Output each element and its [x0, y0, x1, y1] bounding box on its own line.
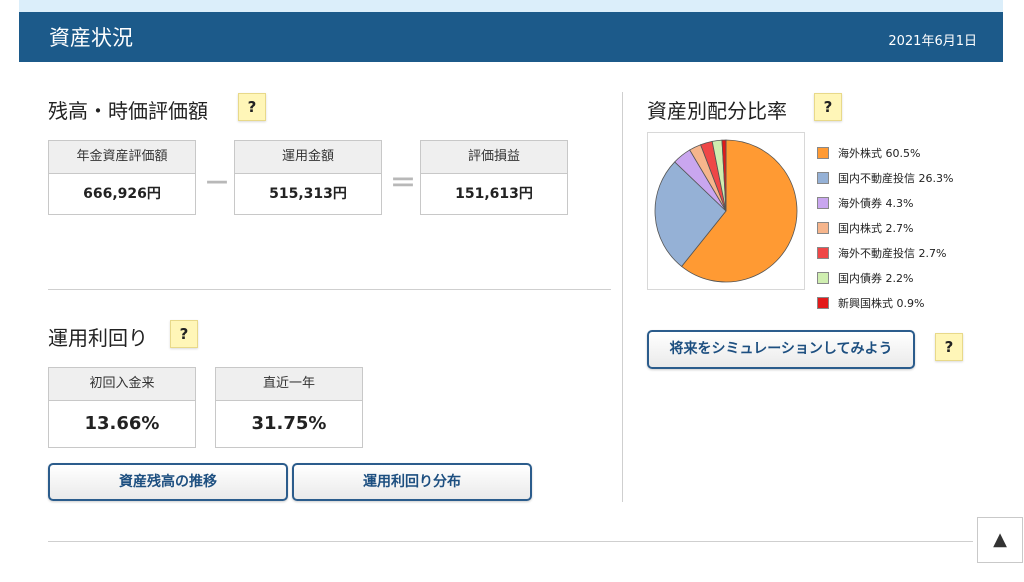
pie-chart-frame [647, 132, 805, 290]
legend-swatch [817, 221, 829, 234]
simulate-future-button[interactable]: 将来をシミュレーションしてみよう [647, 330, 915, 369]
top-strip [19, 0, 1003, 12]
equal-operator: ＝ [390, 169, 417, 199]
legend-swatch [817, 196, 829, 209]
back-to-top-button[interactable]: ▲ [977, 517, 1023, 563]
page-title: 資産状況 [49, 26, 133, 50]
legend-item: 海外債券 4.3% [817, 190, 953, 215]
allocation-pie-chart [654, 139, 798, 283]
column-divider [622, 92, 623, 502]
section-divider [48, 289, 611, 290]
legend-label: 海外債券 4.3% [838, 196, 914, 210]
card-value: 31.75% [251, 413, 327, 434]
legend-label: 新興国株式 0.9% [838, 296, 925, 310]
legend-item: 新興国株式 0.9% [817, 290, 953, 315]
legend-swatch [817, 246, 829, 259]
card-value: 13.66% [84, 413, 160, 434]
last-year-card: 直近一年 31.75% [215, 367, 363, 448]
header-date: 2021年6月1日 [888, 34, 977, 49]
since-first-deposit-card: 初回入金来 13.66% [48, 367, 196, 448]
card-value: 515,313円 [269, 186, 347, 202]
legend-item: 国内株式 2.7% [817, 215, 953, 240]
balance-section-title: 残高・時価評価額 [48, 99, 208, 123]
legend-swatch [817, 296, 829, 309]
yield-help-button[interactable]: ? [170, 320, 198, 348]
yield-distribution-button[interactable]: 運用利回り分布 [292, 463, 532, 501]
card-value: 666,926円 [83, 186, 161, 202]
yield-section-title: 運用利回り [48, 326, 148, 350]
legend-swatch [817, 171, 829, 184]
valuation-gain-card: 評価損益 151,613円 [420, 140, 568, 215]
card-label: 運用金額 [235, 141, 381, 174]
allocation-section-title: 資産別配分比率 [647, 99, 787, 123]
card-label: 評価損益 [421, 141, 567, 174]
card-label: 初回入金来 [49, 368, 195, 401]
legend-label: 国内不動産投信 26.3% [838, 171, 954, 185]
card-label: 直近一年 [216, 368, 362, 401]
legend-item: 海外不動産投信 2.7% [817, 240, 953, 265]
legend-item: 国内債券 2.2% [817, 265, 953, 290]
asset-balance-history-button[interactable]: 資産残高の推移 [48, 463, 288, 501]
legend-swatch [817, 271, 829, 284]
pension-asset-value-card: 年金資産評価額 666,926円 [48, 140, 196, 215]
bottom-divider [48, 541, 973, 542]
page-header: 資産状況 2021年6月1日 [19, 12, 1003, 62]
legend-swatch [817, 146, 829, 159]
up-arrow-icon: ▲ [993, 529, 1007, 550]
legend-item: 国内不動産投信 26.3% [817, 165, 953, 190]
invested-amount-card: 運用金額 515,313円 [234, 140, 382, 215]
balance-help-button[interactable]: ? [238, 93, 266, 121]
legend-label: 海外不動産投信 2.7% [838, 246, 947, 260]
legend-label: 海外株式 60.5% [838, 146, 921, 160]
legend-label: 国内債券 2.2% [838, 271, 914, 285]
allocation-help-button[interactable]: ? [814, 93, 842, 121]
minus-operator: － [204, 169, 231, 199]
legend-label: 国内株式 2.7% [838, 221, 914, 235]
card-value: 151,613円 [455, 186, 533, 202]
legend-item: 海外株式 60.5% [817, 140, 953, 165]
pie-legend: 海外株式 60.5% 国内不動産投信 26.3% 海外債券 4.3% 国内株式 2.7… [817, 140, 953, 315]
simulate-help-button[interactable]: ? [935, 333, 963, 361]
card-label: 年金資産評価額 [49, 141, 195, 174]
